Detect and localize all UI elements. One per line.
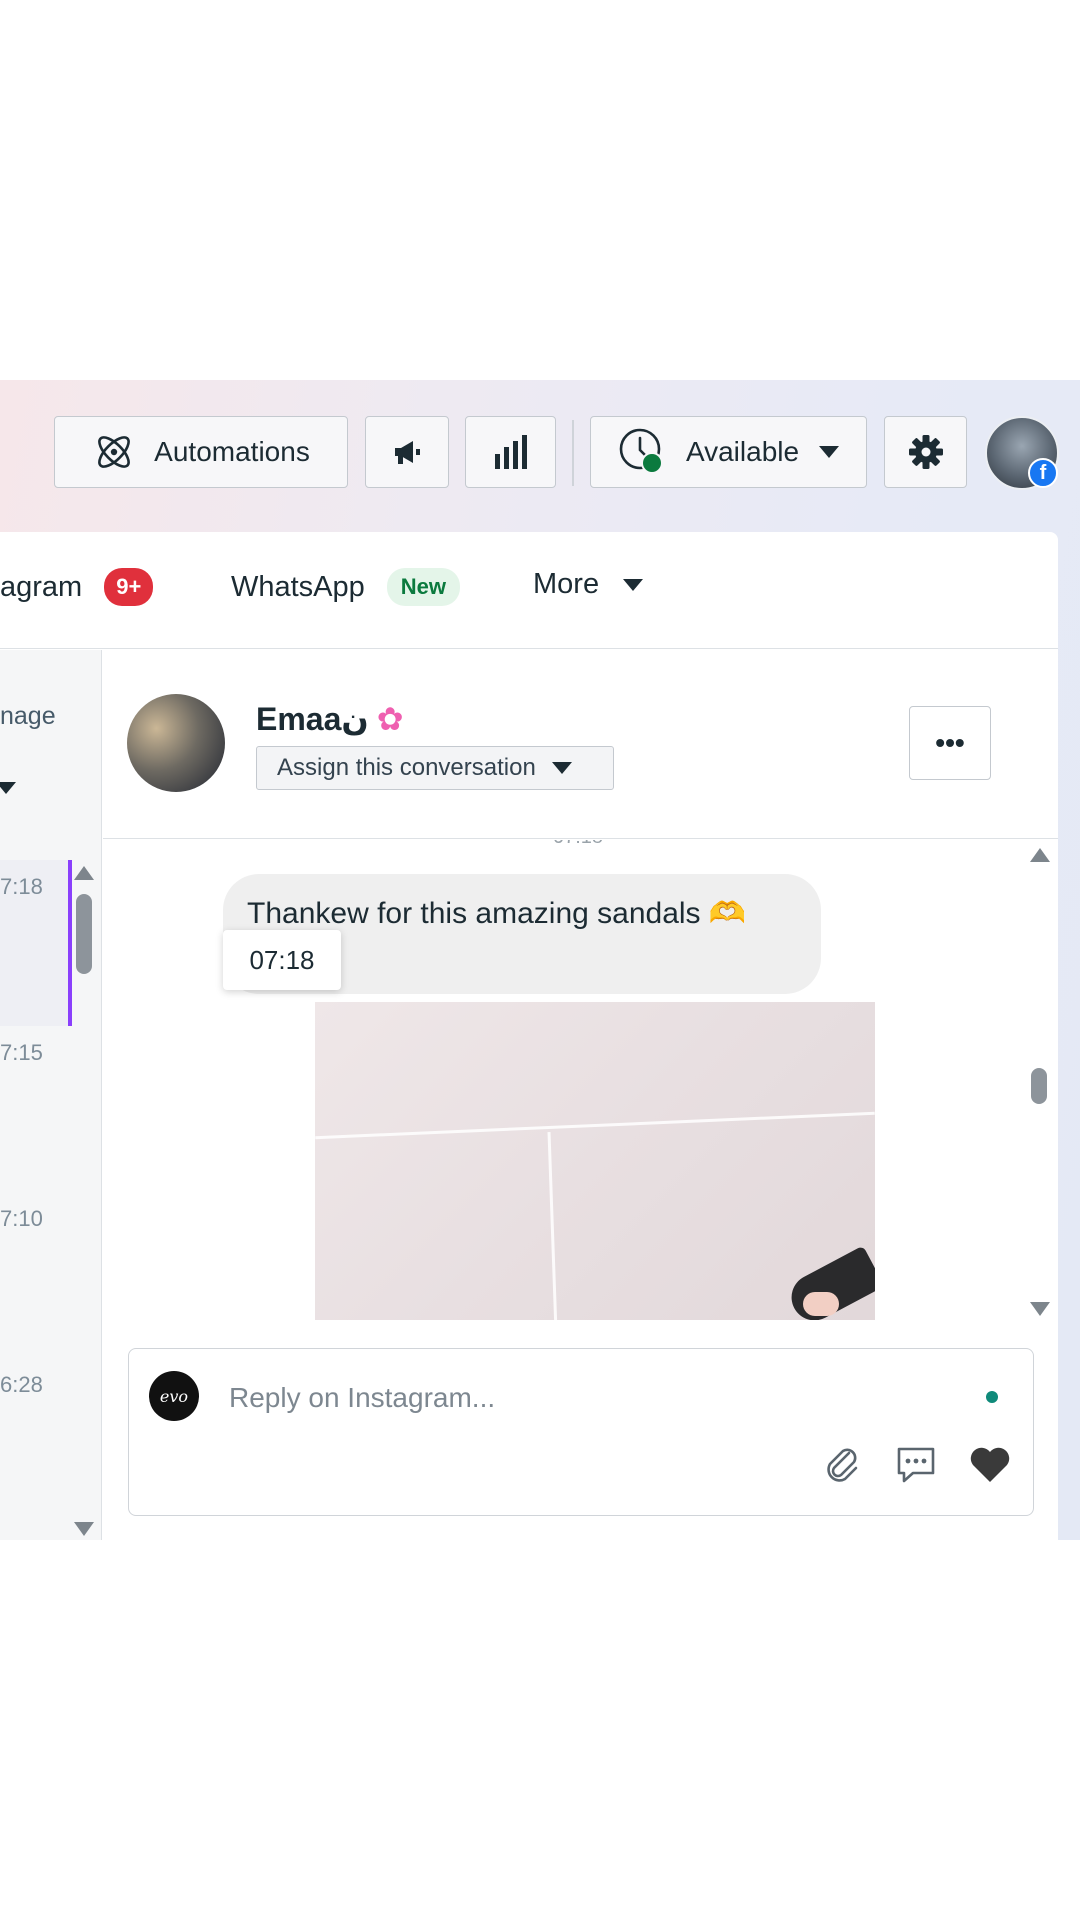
facebook-badge-icon: f bbox=[1028, 458, 1058, 488]
campaigns-button[interactable] bbox=[365, 416, 449, 488]
availability-dropdown[interactable]: Available bbox=[590, 416, 867, 488]
tab-whatsapp-label: WhatsApp bbox=[231, 570, 365, 603]
conversation-time: 7:10 bbox=[0, 1206, 43, 1231]
conversation-list: nage 7:18 7:15 7:10 6:28 bbox=[0, 650, 102, 1540]
toe-image-detail bbox=[803, 1292, 839, 1316]
conversation-time: 7:18 bbox=[0, 874, 43, 899]
automations-button[interactable]: Automations bbox=[54, 416, 348, 488]
megaphone-icon bbox=[395, 441, 420, 464]
conversation-time: 6:28 bbox=[0, 1372, 43, 1397]
reply-composer: evo bbox=[128, 1348, 1034, 1516]
reply-input[interactable] bbox=[227, 1371, 931, 1425]
page-logo: evo bbox=[149, 1371, 199, 1421]
unread-count-badge: 9+ bbox=[104, 568, 154, 606]
insights-button[interactable] bbox=[465, 416, 556, 488]
contact-name: Emaaن ✿ bbox=[256, 700, 404, 738]
caret-down-icon bbox=[623, 578, 644, 591]
automations-icon bbox=[98, 436, 131, 468]
new-badge: New bbox=[386, 568, 461, 606]
top-toolbar: Automations Available f bbox=[0, 380, 1080, 530]
contact-name-text: Emaaن bbox=[256, 701, 369, 737]
thread-scrollbar-thumb[interactable] bbox=[1031, 1068, 1047, 1104]
clock-status-icon bbox=[619, 428, 663, 474]
message-time-tooltip: 07:18 bbox=[223, 930, 341, 990]
flower-icon: ✿ bbox=[376, 701, 404, 737]
contact-avatar[interactable] bbox=[127, 694, 225, 792]
tab-more[interactable]: More bbox=[533, 568, 644, 601]
conversation-time: 7:15 bbox=[0, 1040, 43, 1065]
tab-more-label: More bbox=[533, 568, 600, 600]
caret-down-icon bbox=[819, 446, 840, 458]
tab-instagram[interactable]: agram 9+ bbox=[0, 568, 154, 606]
tab-instagram-label: agram bbox=[0, 570, 83, 603]
insights-icon bbox=[494, 435, 527, 469]
assign-label: Assign this conversation bbox=[277, 754, 536, 781]
app-shell: Automations Available f agram 9+ WhatsAp… bbox=[0, 380, 1080, 1540]
caret-down-icon bbox=[551, 762, 572, 774]
settings-button[interactable] bbox=[884, 416, 967, 488]
inbox-panel: agram 9+ WhatsApp New More nage 7:18 7:1… bbox=[0, 532, 1058, 1540]
scroll-down-icon[interactable] bbox=[1030, 1302, 1050, 1316]
list-scrollbar-thumb[interactable] bbox=[76, 894, 92, 974]
heart-icon[interactable] bbox=[967, 1441, 1013, 1487]
list-header-label: nage bbox=[0, 702, 56, 730]
floor-tile-line bbox=[547, 1132, 558, 1320]
channel-tabs: agram 9+ WhatsApp New More bbox=[0, 532, 1058, 649]
assign-conversation-dropdown[interactable]: Assign this conversation bbox=[256, 746, 614, 790]
scroll-up-icon[interactable] bbox=[74, 866, 94, 880]
filter-caret-icon[interactable] bbox=[0, 782, 16, 794]
previous-message-time: 07:18 bbox=[553, 840, 603, 849]
availability-label: Available bbox=[685, 436, 800, 467]
message-video-attachment[interactable] bbox=[315, 1002, 875, 1320]
toolbar-divider bbox=[572, 420, 574, 486]
status-dot-icon bbox=[986, 1391, 998, 1403]
more-icon[interactable]: ••• bbox=[909, 706, 991, 780]
attachment-icon[interactable] bbox=[819, 1441, 865, 1487]
scroll-down-icon[interactable] bbox=[74, 1522, 94, 1536]
gear-icon bbox=[908, 435, 943, 469]
tab-whatsapp[interactable]: WhatsApp New bbox=[231, 568, 461, 606]
conversation-view: Emaaن✿ Assign this conversation ••• 07:1… bbox=[103, 650, 1058, 1540]
message-thread: 07:18 Thankew for this amazing sandals 🫶… bbox=[103, 840, 1058, 1320]
scroll-up-icon[interactable] bbox=[1030, 848, 1050, 862]
saved-replies-icon[interactable] bbox=[893, 1441, 939, 1487]
message-text: Thankew for this amazing sandals 🫶 bbox=[247, 897, 747, 930]
automations-label: Automations bbox=[154, 436, 310, 467]
conversation-header: Emaaن ✿ Assign this conversation ••• bbox=[103, 650, 1058, 839]
floor-tile-line bbox=[315, 1111, 875, 1140]
